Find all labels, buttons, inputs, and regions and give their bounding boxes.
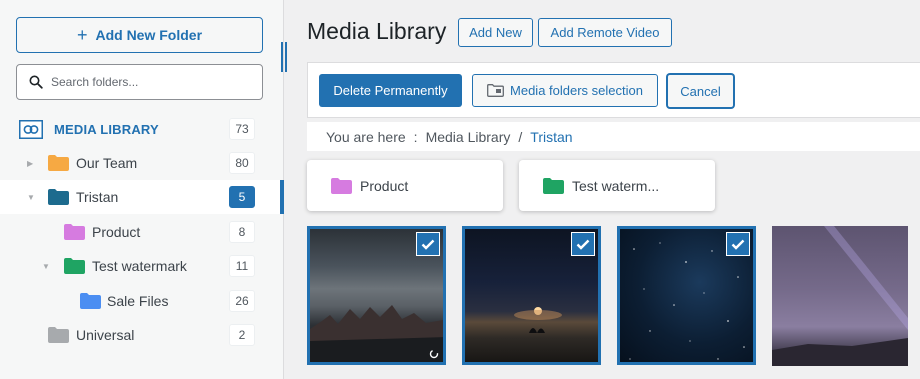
page-title: Media Library [307, 18, 447, 44]
folder-sidebar: + Add New Folder MEDIA LIBRARY 73 ▶ Our … [0, 0, 284, 379]
folder-label: Test watermark [92, 258, 187, 274]
folder-image-icon [487, 84, 504, 97]
folder-icon [64, 224, 85, 240]
subfolder-card-product[interactable]: Product [307, 160, 503, 211]
tree-item-sale-files[interactable]: Sale Files 26 [0, 284, 283, 318]
folder-label: Product [92, 224, 141, 240]
add-new-folder-button[interactable]: + Add New Folder [16, 17, 263, 53]
folder-count: 8 [229, 221, 255, 243]
folder-icon [48, 155, 69, 171]
media-folders-selection-button[interactable]: Media folders selection [472, 74, 658, 107]
media-library-count: 73 [229, 118, 255, 140]
folder-label: Our Team [76, 155, 138, 171]
folder-label: Sale Files [107, 293, 169, 309]
breadcrumb-media-library-link[interactable]: Media Library [426, 129, 511, 145]
folder-icon [543, 177, 564, 194]
media-item[interactable] [772, 226, 908, 366]
tree-item-universal[interactable]: Universal 2 [0, 318, 283, 352]
folder-icon [48, 327, 69, 343]
tree-item-our-team[interactable]: ▶ Our Team 80 [0, 146, 283, 180]
media-item[interactable] [617, 226, 756, 365]
plus-icon: + [76, 25, 88, 45]
subfolder-card-test-watermark[interactable]: Test waterm... [519, 160, 715, 211]
sidebar-resize-handle[interactable] [281, 42, 288, 72]
tree-item-tristan[interactable]: ▼ Tristan 5 [0, 180, 284, 214]
rotate-icon [429, 349, 439, 359]
media-library-label: MEDIA LIBRARY [54, 121, 159, 137]
delete-permanently-button[interactable]: Delete Permanently [319, 74, 462, 107]
folder-icon [80, 293, 101, 309]
folder-label: Universal [76, 327, 135, 343]
expand-arrow-icon[interactable]: ▶ [27, 159, 33, 168]
add-new-folder-label: Add New Folder [95, 27, 203, 43]
media-folders-selection-label: Media folders selection [510, 83, 643, 98]
folder-count: 11 [229, 255, 255, 277]
purple-sky-image [772, 226, 908, 366]
cancel-button[interactable]: Cancel [667, 74, 734, 108]
folder-count: 5 [229, 186, 255, 208]
folder-icon [64, 258, 85, 274]
folder-icon [48, 189, 69, 205]
media-item[interactable] [307, 226, 446, 365]
checkmark-icon[interactable] [571, 232, 595, 256]
search-folders-input[interactable] [51, 75, 241, 89]
subfolder-label: Product [360, 177, 409, 194]
checkmark-icon[interactable] [416, 232, 440, 256]
folder-count: 2 [229, 324, 255, 346]
bulk-toolbar: Delete Permanently Media folders selecti… [307, 62, 920, 118]
subfolder-label: Test waterm... [572, 177, 660, 194]
folder-count: 80 [229, 152, 255, 174]
breadcrumb: You are here : Media Library / Tristan [307, 122, 920, 152]
tree-item-media-library[interactable]: MEDIA LIBRARY 73 [0, 112, 283, 146]
breadcrumb-prefix: You are here [326, 128, 406, 145]
add-new-button[interactable]: Add New [458, 18, 533, 47]
breadcrumb-current[interactable]: Tristan [530, 129, 572, 145]
tree-item-product[interactable]: Product 8 [0, 215, 283, 249]
folder-icon [331, 177, 352, 194]
collapse-arrow-icon[interactable]: ▼ [42, 262, 50, 271]
folder-count: 26 [229, 290, 255, 312]
tree-item-test-watermark[interactable]: ▼ Test watermark 11 [0, 249, 283, 283]
folder-search-box[interactable] [16, 64, 263, 100]
add-remote-video-button[interactable]: Add Remote Video [538, 18, 672, 47]
media-main-area: Media Library Add New Add Remote Video D… [290, 0, 920, 379]
collapse-arrow-icon[interactable]: ▼ [27, 193, 35, 202]
folder-label: Tristan [76, 189, 119, 205]
media-item[interactable] [462, 226, 601, 365]
search-icon [29, 75, 43, 89]
checkmark-icon[interactable] [726, 232, 750, 256]
breadcrumb-divider: / [518, 128, 523, 145]
breadcrumb-separator: : [413, 128, 418, 145]
media-library-icon [19, 120, 43, 139]
